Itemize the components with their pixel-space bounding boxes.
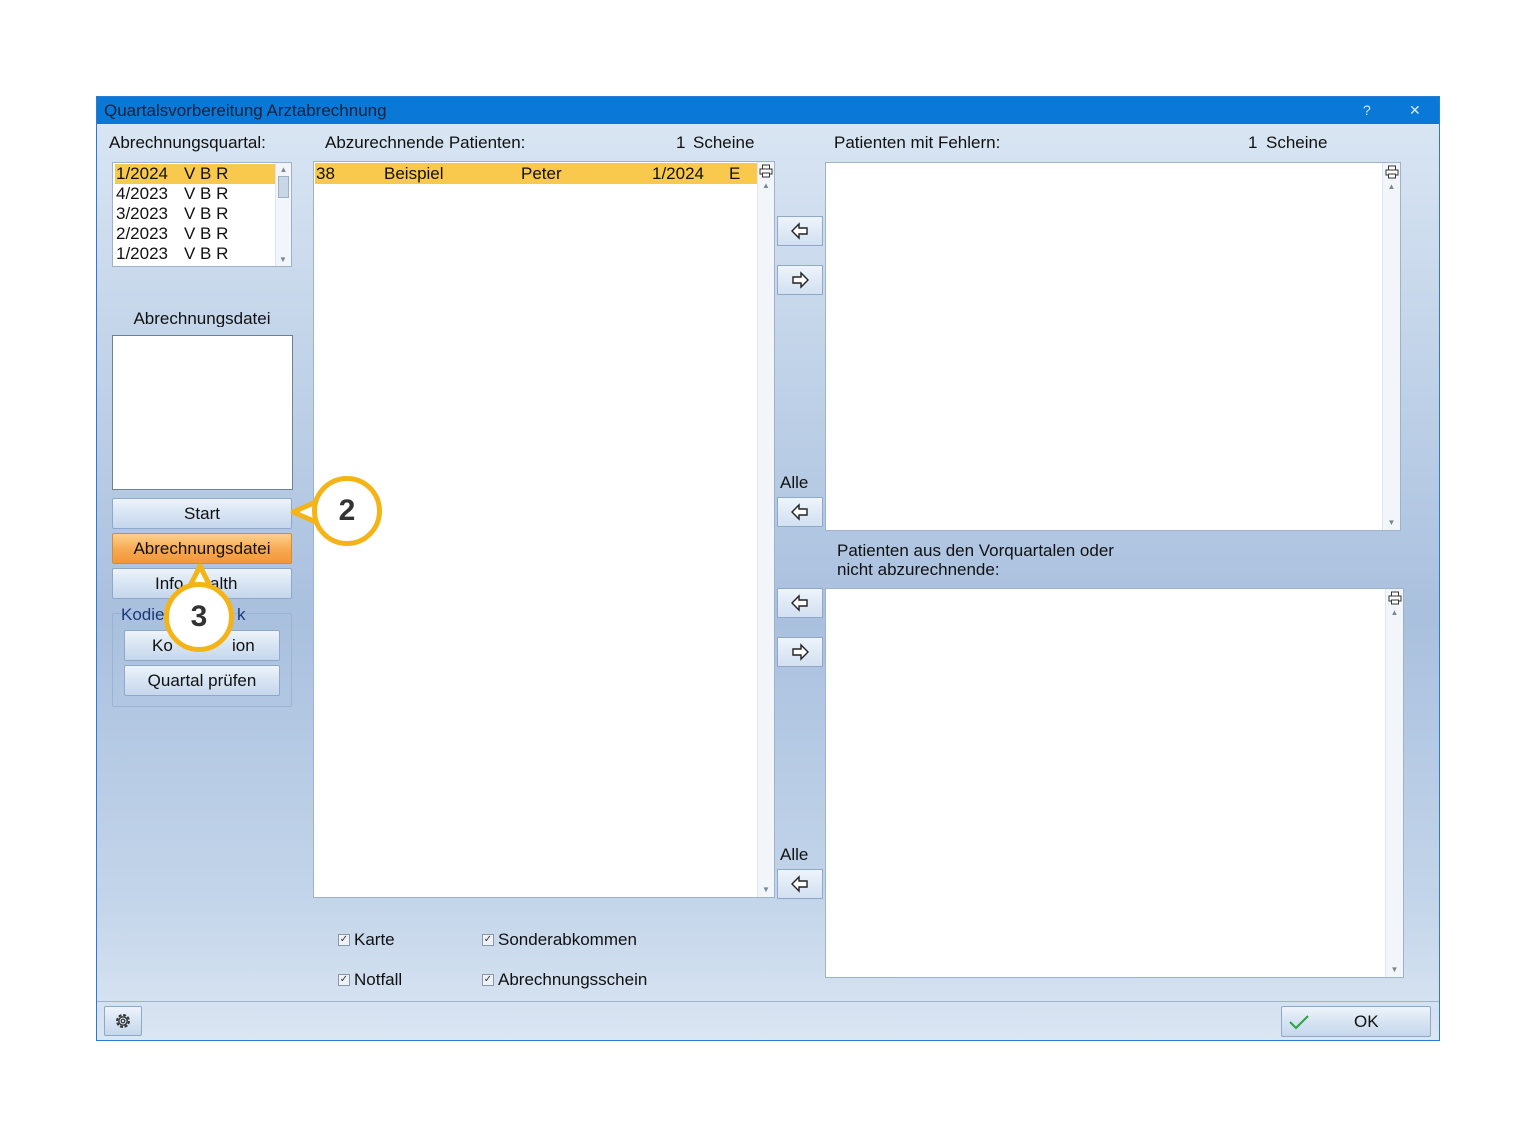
errors-list[interactable]: ▲ ▼ xyxy=(825,162,1401,531)
all-label-bottom: Alle xyxy=(780,845,809,864)
abrechnungsschein-label: Abrechnungsschein xyxy=(498,970,648,989)
filter-sonderabkommen[interactable]: ✓ Sonderabkommen xyxy=(482,930,637,950)
scroll-down-icon[interactable]: ▼ xyxy=(1386,965,1403,974)
arrow-left-icon xyxy=(791,503,808,521)
quarter-scrollbar[interactable]: ▲ ▼ xyxy=(275,163,291,266)
all-label-top: Alle xyxy=(780,473,809,492)
print-icon[interactable] xyxy=(759,164,773,178)
gear-icon xyxy=(116,1014,130,1028)
filter-karte[interactable]: ✓ Karte xyxy=(338,930,395,950)
quarter-item[interactable]: 3/2023 V B R xyxy=(115,204,275,224)
arrow-right-icon xyxy=(792,271,809,289)
karte-checkbox[interactable]: ✓ xyxy=(338,934,350,946)
footer-divider xyxy=(97,1001,1439,1002)
callout-step-3: 3 xyxy=(164,582,234,652)
move-right-button-2[interactable] xyxy=(777,637,823,667)
help-icon[interactable]: ? xyxy=(1363,97,1371,124)
billing-file-label: Abrechnungsdatei xyxy=(133,309,271,327)
scroll-down-icon[interactable]: ▼ xyxy=(276,255,290,264)
notfall-label: Notfall xyxy=(354,970,403,989)
notfall-checkbox[interactable]: ✓ xyxy=(338,974,350,986)
scroll-up-icon[interactable]: ▲ xyxy=(276,165,291,174)
quarter-item[interactable]: 1/2024 V B R xyxy=(115,164,275,184)
scroll-up-icon[interactable]: ▲ xyxy=(1383,182,1400,191)
arrow-right-icon xyxy=(792,643,809,661)
arrow-left-icon xyxy=(791,875,808,893)
start-button[interactable]: Start xyxy=(112,498,292,529)
checkmark-icon xyxy=(1289,1015,1309,1030)
patients-count-unit: Scheine xyxy=(693,133,755,152)
title-bar: Quartalsvorbereitung Arztabrechnung ? ✕ xyxy=(97,97,1439,124)
callout-step-2: 2 xyxy=(312,476,382,546)
scroll-up-icon[interactable]: ▲ xyxy=(1386,608,1403,617)
filter-abrechnungsschein[interactable]: ✓ Abrechnungsschein xyxy=(482,970,647,990)
patients-scrollbar[interactable]: ▲ ▼ xyxy=(757,162,774,897)
scroll-up-icon[interactable]: ▲ xyxy=(758,181,774,190)
filter-notfall[interactable]: ✓ Notfall xyxy=(338,970,402,990)
karte-label: Karte xyxy=(354,930,395,949)
previous-label-line2: nicht abzurechnende: xyxy=(837,560,1000,579)
previous-scrollbar[interactable]: ▲ ▼ xyxy=(1385,589,1403,977)
ok-button[interactable]: OK xyxy=(1281,1006,1431,1037)
quarter-list[interactable]: 1/2024 V B R 4/2023 V B R 3/2023 V B R 2/20… xyxy=(112,162,292,267)
errors-label: Patienten mit Fehlern: xyxy=(834,133,1001,152)
patient-row[interactable]: 38 Beispiel Peter 1/2024 E xyxy=(315,163,757,184)
quarter-item[interactable]: 2/2023 V B R xyxy=(115,224,275,244)
patients-list[interactable]: 38 Beispiel Peter 1/2024 E ▲ ▼ xyxy=(313,161,775,898)
close-icon[interactable]: ✕ xyxy=(1409,97,1421,124)
move-left-button-2[interactable] xyxy=(777,588,823,618)
quarter-item[interactable]: 4/2023 V B R xyxy=(115,184,275,204)
previous-label: Patienten aus den Vorquartalen oder nich… xyxy=(837,541,1114,579)
scroll-down-icon[interactable]: ▼ xyxy=(758,885,774,894)
move-all-left-button-2[interactable] xyxy=(777,869,823,899)
print-icon[interactable] xyxy=(1385,165,1399,179)
move-left-button[interactable] xyxy=(777,216,823,246)
scroll-thumb[interactable] xyxy=(278,176,289,198)
previous-list[interactable]: ▲ ▼ xyxy=(825,588,1404,978)
sonderabkommen-label: Sonderabkommen xyxy=(498,930,637,949)
move-right-button[interactable] xyxy=(777,265,823,295)
patients-label: Abzurechnende Patienten: xyxy=(325,133,526,152)
errors-count-unit: Scheine xyxy=(1266,133,1328,152)
scroll-down-icon[interactable]: ▼ xyxy=(1383,518,1400,527)
move-all-left-button[interactable] xyxy=(777,497,823,527)
codier-legend: Kodie xyxy=(121,605,165,624)
dialog-window: Quartalsvorbereitung Arztabrechnung ? ✕ … xyxy=(96,96,1440,1041)
check-quarter-button[interactable]: Quartal prüfen xyxy=(124,665,280,696)
print-icon[interactable] xyxy=(1388,591,1402,605)
codier-legend-tail: k xyxy=(237,605,246,624)
ok-label: OK xyxy=(1354,1012,1379,1031)
previous-label-line1: Patienten aus den Vorquartalen oder xyxy=(837,541,1114,560)
settings-button[interactable] xyxy=(104,1006,142,1036)
errors-scrollbar[interactable]: ▲ ▼ xyxy=(1382,163,1400,530)
quarter-item[interactable]: 1/2023 V B R xyxy=(115,244,275,264)
quarter-label: Abrechnungsquartal: xyxy=(109,133,266,152)
billing-file-box xyxy=(112,335,293,490)
window-title: Quartalsvorbereitung Arztabrechnung xyxy=(104,101,387,120)
arrow-left-icon xyxy=(791,222,808,240)
patients-count: 1 xyxy=(676,133,686,152)
sonderabkommen-checkbox[interactable]: ✓ xyxy=(482,934,494,946)
errors-count: 1 xyxy=(1248,133,1258,152)
arrow-left-icon xyxy=(791,594,808,612)
abrechnungsschein-checkbox[interactable]: ✓ xyxy=(482,974,494,986)
